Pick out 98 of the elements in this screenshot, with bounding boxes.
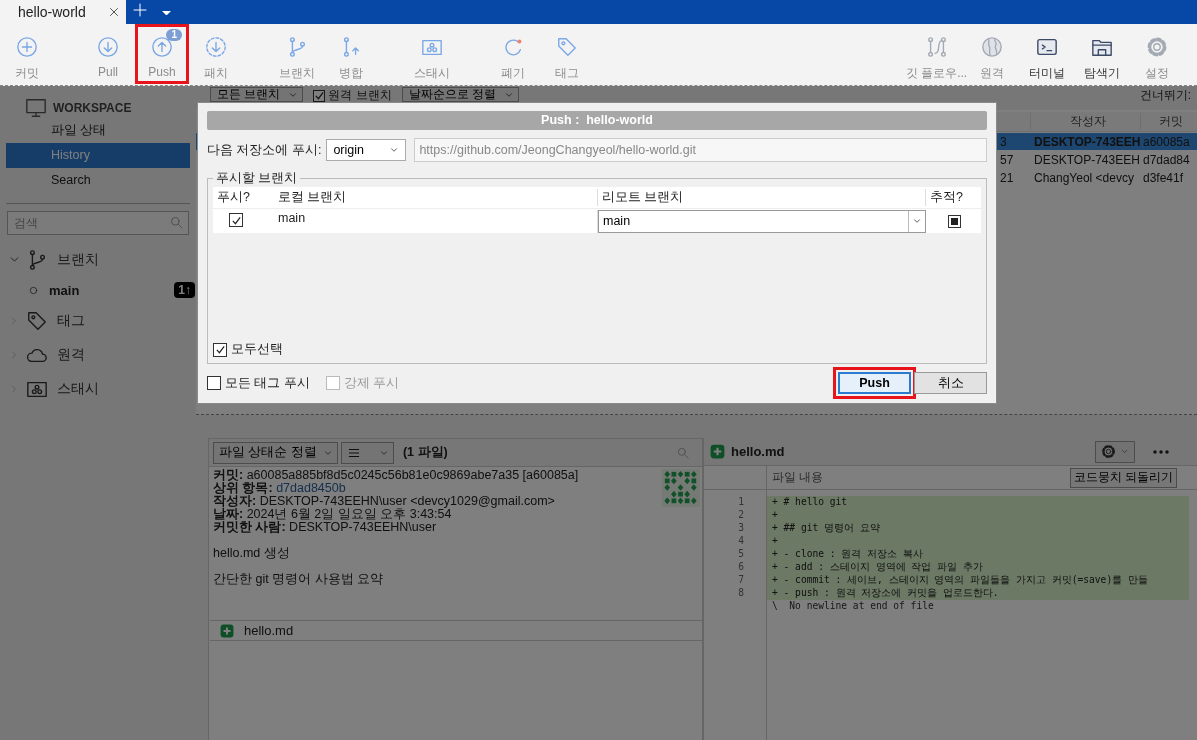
plus-circle-icon xyxy=(16,36,38,58)
circle-icon xyxy=(28,284,39,296)
toolbar-button[interactable]: 터미널 xyxy=(1019,24,1074,84)
file-name: hello.md xyxy=(244,623,294,639)
view-dropdown[interactable] xyxy=(340,441,394,464)
up-arrow-circle-icon xyxy=(151,36,173,58)
commit-message: 간단한 git 명령어 사용법 요약 xyxy=(213,572,385,586)
nav-item[interactable]: 파일 상태 xyxy=(6,118,190,143)
column-header[interactable]: 작성자 xyxy=(1030,113,1140,130)
revert-hunk-button[interactable]: 코드뭉치 되돌리기 xyxy=(1069,467,1177,488)
column-header: 푸시? xyxy=(216,189,251,206)
commit-message: hello.md 생성 xyxy=(213,547,291,560)
dialog-button[interactable]: 취소 xyxy=(914,372,987,394)
caret-icon xyxy=(161,10,171,16)
table-cell-text: DESKTOP-743EEH xyxy=(1033,152,1140,167)
table-cell-text: 21 xyxy=(999,170,1015,185)
table-cell-text: d7dad84 xyxy=(1142,152,1191,167)
circular-arrow-icon xyxy=(502,36,524,58)
added-file-icon xyxy=(710,444,725,460)
checkbox[interactable] xyxy=(313,89,326,102)
filter-dropdown[interactable]: 모든 브랜치 xyxy=(210,87,304,102)
column-header[interactable]: 커밋 xyxy=(1140,113,1197,130)
checkbox-label: 원격 브랜치 xyxy=(328,87,392,104)
table-cell-text: d3fe41f xyxy=(1142,170,1185,185)
sort-dropdown[interactable]: 파일 상태순 정렬 xyxy=(213,441,338,464)
table-cell-text: ChangYeol <devcy xyxy=(1033,170,1135,185)
tree-item[interactable]: 브랜치 xyxy=(57,250,99,269)
terminal-icon xyxy=(1035,36,1058,58)
line-number: 8 xyxy=(737,586,745,600)
nav-item[interactable]: Search xyxy=(6,168,190,193)
detail-line: 작성자: DESKTOP-743EEHN\user <devcy1029@gmail.com> xyxy=(213,495,556,509)
line-number: 4 xyxy=(737,535,745,549)
line-number: 5 xyxy=(737,548,745,561)
detail-line: 커밋: a60085a885bf8d5c0245c56b81e0c9869abe7a35 [a60085a] xyxy=(213,469,580,483)
section-title: WORKSPACE xyxy=(53,101,132,115)
chevron-down-icon xyxy=(912,216,922,226)
filter-dropdown[interactable]: 날짜순으로 정렬 xyxy=(401,87,520,102)
settings-icon xyxy=(1145,36,1168,58)
close-icon xyxy=(107,6,120,18)
table-cell-text: DESKTOP-743EEH xyxy=(1033,134,1140,149)
checkbox[interactable] xyxy=(229,213,243,228)
tab[interactable]: hello-world xyxy=(0,0,126,24)
detail-line: 날짜: 2024년 6월 2일 일요일 오후 3:43:54 xyxy=(213,508,452,522)
globe-icon xyxy=(980,36,1003,58)
group-title: 푸시할 브랜치 xyxy=(215,170,299,187)
table-cell-text: main xyxy=(277,210,307,225)
checkbox[interactable] xyxy=(213,342,227,357)
commit-link[interactable]: d7dad8450b xyxy=(276,481,346,496)
remote-dropdown[interactable]: origin xyxy=(326,139,407,161)
line-number: 1 xyxy=(737,496,745,510)
table-cell-text: a60085a xyxy=(1142,134,1191,149)
more-icon xyxy=(1153,449,1169,454)
branch-item[interactable]: main xyxy=(49,282,80,298)
identicon-drawing xyxy=(662,469,700,508)
code-line: \ No newline at end of file xyxy=(771,599,935,613)
table-cell-text: 57 xyxy=(999,152,1015,167)
ahead-badge: 1↑ xyxy=(174,282,195,298)
line-number: 7 xyxy=(737,573,745,587)
checkbox-label: 모두선택 xyxy=(231,341,283,358)
hunk-title: 파일 내용 xyxy=(771,469,825,487)
file-title: hello.md xyxy=(731,444,785,460)
tree-item[interactable]: 태그 xyxy=(57,311,85,330)
line-number: 3 xyxy=(737,522,745,536)
tag-icon xyxy=(556,36,578,58)
field-label: 다음 저장소에 푸시: xyxy=(207,141,322,159)
nav-item[interactable]: History xyxy=(6,143,190,168)
settings-dropdown[interactable] xyxy=(1095,440,1135,463)
skip-label: 건너뛰기: xyxy=(1139,87,1191,104)
column-header: 추적? xyxy=(925,189,980,206)
detail-line: 커밋한 사람: DESKTOP-743EEHN\user xyxy=(213,521,438,534)
table-cell-text: 3 xyxy=(999,134,1008,149)
checkbox[interactable] xyxy=(948,214,961,228)
count-badge: 1 xyxy=(166,29,182,41)
line-number: 6 xyxy=(737,560,745,574)
chevron-down-icon xyxy=(389,145,400,155)
column-header: 로컬 브랜치 xyxy=(277,189,348,206)
checkbox[interactable] xyxy=(207,376,221,390)
tree-item[interactable]: 스태시 xyxy=(57,379,99,398)
toolbar-button[interactable]: 탐색기 xyxy=(1074,24,1129,84)
plus-icon xyxy=(131,2,148,18)
remote-branch-dropdown[interactable]: main xyxy=(598,209,926,233)
added-file-icon xyxy=(220,623,234,638)
dialog-title: Push : hello-world xyxy=(207,111,987,130)
tree-item[interactable]: 원격 xyxy=(57,345,85,364)
column-header: 리모트 브랜치 xyxy=(597,189,925,206)
file-count: (1 파일) xyxy=(402,444,448,462)
url-field[interactable]: https://github.com/JeongChangyeol/hello-world.git xyxy=(414,138,987,162)
search-icon xyxy=(676,445,690,460)
search-icon xyxy=(169,215,184,230)
settings-icon xyxy=(1101,444,1116,460)
git-flow-icon xyxy=(925,36,948,58)
monitor-icon xyxy=(25,97,47,119)
checkbox-label: 모든 태그 푸시 xyxy=(225,374,310,392)
checkbox-label: 강제 푸시 xyxy=(343,374,400,392)
file-row[interactable]: hello.md xyxy=(210,621,702,642)
tag-icon xyxy=(26,309,48,332)
down-arrow-circle-icon xyxy=(97,36,119,58)
line-number: 2 xyxy=(737,509,745,523)
